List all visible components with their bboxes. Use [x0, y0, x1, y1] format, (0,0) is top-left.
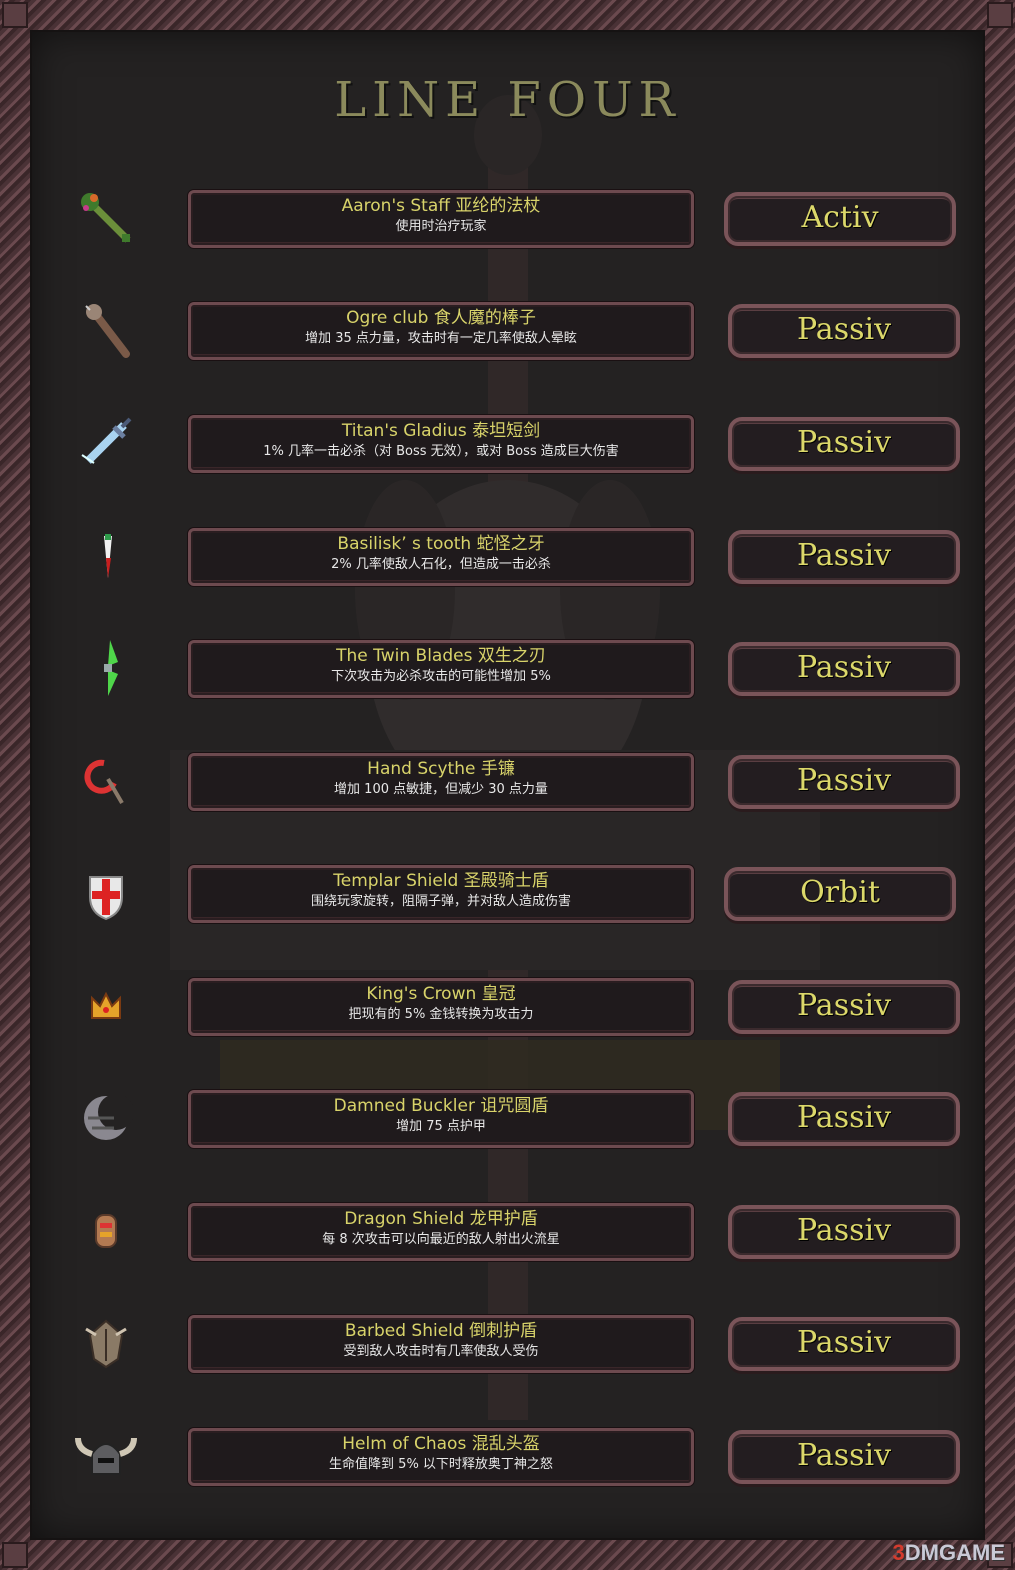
item-description-box: Titan's Gladius 泰坦短剑 1% 几率一击必杀（对 Boss 无效）… — [188, 415, 694, 473]
item-row: Dragon Shield 龙甲护盾每 8 次攻击可以向最近的敌人射出火流星 Pa… — [30, 1203, 985, 1263]
item-name: Barbed Shield 倒刺护盾 — [344, 1321, 538, 1341]
tooth-icon — [74, 524, 138, 588]
frame-corner — [2, 2, 28, 28]
item-effect: 1% 几率一击必杀（对 Boss 无效），或对 Boss 造成巨大伤害 — [263, 444, 619, 459]
club-icon — [74, 298, 138, 362]
item-row: Aaron's Staff 亚纶的法杖使用时治疗玩家 Activ — [30, 190, 985, 250]
dragon-shield-icon — [74, 1199, 138, 1263]
page-title: LINE FOUR — [334, 72, 681, 128]
item-description-box: King's Crown 皇冠把现有的 5% 金钱转换为攻击力 — [188, 978, 694, 1036]
barbed-shield-icon — [74, 1311, 138, 1375]
item-row: Helm of Chaos 混乱头盔生命值降到 5% 以下时释放奥丁神之怒 Pas… — [30, 1428, 985, 1488]
item-row: Hand Scythe 手镰增加 100 点敏捷，但减少 30 点力量 Passi… — [30, 753, 985, 813]
item-name: Basilisk’ s tooth 蛇怪之牙 — [337, 534, 545, 554]
content-panel: LINE FOUR Aaron's Staff 亚纶的法杖使用时治疗玩家 Acti… — [30, 30, 985, 1540]
item-description-box: Ogre club 食人魔的棒子增加 35 点力量，攻击时有一定几率使敌人晕眩 — [188, 302, 694, 360]
item-name: Templar Shield 圣殿骑士盾 — [333, 871, 549, 891]
site-watermark: 3DMGAME — [893, 1540, 1005, 1566]
item-name: Ogre club 食人魔的棒子 — [346, 308, 536, 328]
item-type-badge: Passiv — [728, 530, 960, 584]
item-row: Basilisk’ s tooth 蛇怪之牙 2% 几率使敌人石化，但造成一击必杀… — [30, 528, 985, 588]
item-name: Damned Buckler 诅咒圆盾 — [333, 1096, 549, 1116]
item-description-box: Damned Buckler 诅咒圆盾增加 75 点护甲 — [188, 1090, 694, 1148]
scythe-icon — [74, 749, 138, 813]
item-effect: 每 8 次攻击可以向最近的敌人射出火流星 — [322, 1232, 560, 1247]
item-type-badge: Passiv — [728, 1430, 960, 1484]
item-description-box: Barbed Shield 倒刺护盾受到敌人攻击时有几率使敌人受伤 — [188, 1315, 694, 1373]
item-effect: 下次攻击为必杀攻击的可能性增加 5% — [331, 669, 551, 684]
item-row: Damned Buckler 诅咒圆盾增加 75 点护甲 Passiv — [30, 1090, 985, 1150]
item-effect: 受到敌人攻击时有几率使敌人受伤 — [343, 1344, 539, 1359]
item-name: The Twin Blades 双生之刃 — [336, 646, 546, 666]
twin-blades-icon — [74, 636, 138, 700]
item-type-badge: Passiv — [728, 980, 960, 1034]
gladius-icon — [74, 411, 138, 475]
item-name: Aaron's Staff 亚纶的法杖 — [341, 196, 541, 216]
buckler-icon — [74, 1086, 138, 1150]
item-type-badge: Passiv — [728, 304, 960, 358]
item-type-badge: Activ — [724, 192, 956, 246]
frame-corner — [2, 1542, 28, 1568]
watermark-text: DMGAME — [904, 1540, 1005, 1565]
item-description-box: Hand Scythe 手镰增加 100 点敏捷，但减少 30 点力量 — [188, 753, 694, 811]
item-description-box: Dragon Shield 龙甲护盾每 8 次攻击可以向最近的敌人射出火流星 — [188, 1203, 694, 1261]
item-name: Helm of Chaos 混乱头盔 — [342, 1434, 540, 1454]
item-description-box: Helm of Chaos 混乱头盔生命值降到 5% 以下时释放奥丁神之怒 — [188, 1428, 694, 1486]
item-row: Ogre club 食人魔的棒子增加 35 点力量，攻击时有一定几率使敌人晕眩 P… — [30, 302, 985, 362]
item-effect: 把现有的 5% 金钱转换为攻击力 — [348, 1007, 534, 1022]
item-row: The Twin Blades 双生之刃下次攻击为必杀攻击的可能性增加 5% Pa… — [30, 640, 985, 700]
frame-corner — [987, 2, 1013, 28]
item-description-box: Aaron's Staff 亚纶的法杖使用时治疗玩家 — [188, 190, 694, 248]
templar-shield-icon — [74, 861, 138, 925]
item-effect: 2% 几率使敌人石化，但造成一击必杀 — [331, 557, 551, 572]
item-description-box: Basilisk’ s tooth 蛇怪之牙 2% 几率使敌人石化，但造成一击必杀 — [188, 528, 694, 586]
item-effect: 增加 35 点力量，攻击时有一定几率使敌人晕眩 — [305, 331, 577, 346]
crown-icon — [74, 974, 138, 1038]
item-type-badge: Orbit — [724, 867, 956, 921]
item-type-badge: Passiv — [728, 642, 960, 696]
item-row: Barbed Shield 倒刺护盾受到敌人攻击时有几率使敌人受伤 Passiv — [30, 1315, 985, 1375]
item-name: Titan's Gladius 泰坦短剑 — [341, 421, 541, 441]
item-description-box: Templar Shield 圣殿骑士盾围绕玩家旋转，阻隔子弹，并对敌人造成伤害 — [188, 865, 694, 923]
item-effect: 使用时治疗玩家 — [395, 219, 487, 234]
item-type-badge: Passiv — [728, 1092, 960, 1146]
item-name: Dragon Shield 龙甲护盾 — [344, 1209, 538, 1229]
item-type-badge: Passiv — [728, 1317, 960, 1371]
item-row: Templar Shield 圣殿骑士盾围绕玩家旋转，阻隔子弹，并对敌人造成伤害… — [30, 865, 985, 925]
item-type-badge: Passiv — [728, 755, 960, 809]
item-description-box: The Twin Blades 双生之刃下次攻击为必杀攻击的可能性增加 5% — [188, 640, 694, 698]
item-name: Hand Scythe 手镰 — [367, 759, 515, 779]
item-type-badge: Passiv — [728, 1205, 960, 1259]
item-type-badge: Passiv — [728, 417, 960, 471]
watermark-prefix: 3 — [892, 1540, 905, 1565]
item-effect: 增加 75 点护甲 — [396, 1119, 486, 1134]
helm-icon — [74, 1424, 138, 1488]
item-name: King's Crown 皇冠 — [366, 984, 516, 1004]
item-row: King's Crown 皇冠把现有的 5% 金钱转换为攻击力 Passiv — [30, 978, 985, 1038]
item-row: Titan's Gladius 泰坦短剑 1% 几率一击必杀（对 Boss 无效）… — [30, 415, 985, 475]
staff-icon — [74, 186, 138, 250]
item-effect: 增加 100 点敏捷，但减少 30 点力量 — [334, 782, 548, 797]
item-effect: 围绕玩家旋转，阻隔子弹，并对敌人造成伤害 — [310, 894, 571, 909]
item-effect: 生命值降到 5% 以下时释放奥丁神之怒 — [329, 1457, 553, 1472]
